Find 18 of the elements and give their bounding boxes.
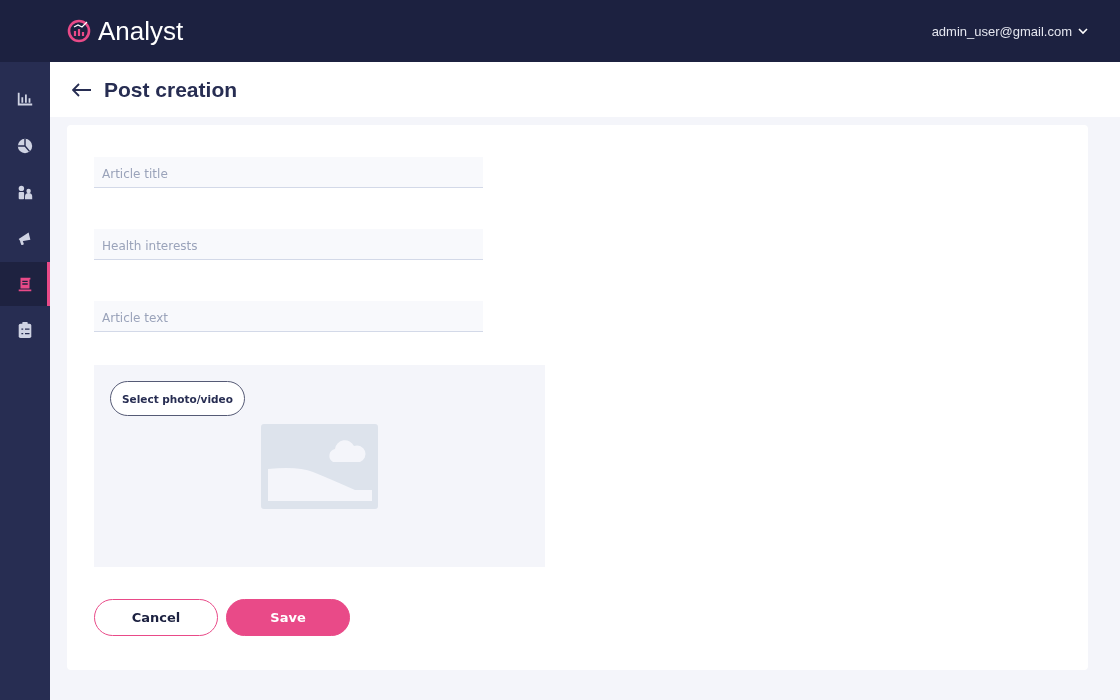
input-field[interactable]: Article title [94,157,483,188]
input-field[interactable]: Article text [94,301,483,332]
scroll-icon [16,275,34,293]
sidebar-item[interactable] [0,262,50,306]
media-dropzone[interactable]: Select photo/video [94,365,545,567]
people-icon [16,183,34,201]
logo-icon [66,18,92,44]
input-field[interactable]: Health interests [94,229,483,260]
user-menu[interactable]: admin_user@gmail.com [931,23,1072,39]
chevron-down-icon[interactable] [1078,27,1088,35]
pie-icon [16,137,34,155]
page-title: Post creation [104,77,238,102]
back-arrow-icon[interactable] [72,82,92,97]
cancel-button[interactable]: Cancel [94,599,218,636]
save-button[interactable]: Save [226,599,350,636]
app-logo: Analyst [98,15,184,47]
select-media-button[interactable]: Select photo/video [110,381,245,416]
clipboard-icon [16,321,34,339]
